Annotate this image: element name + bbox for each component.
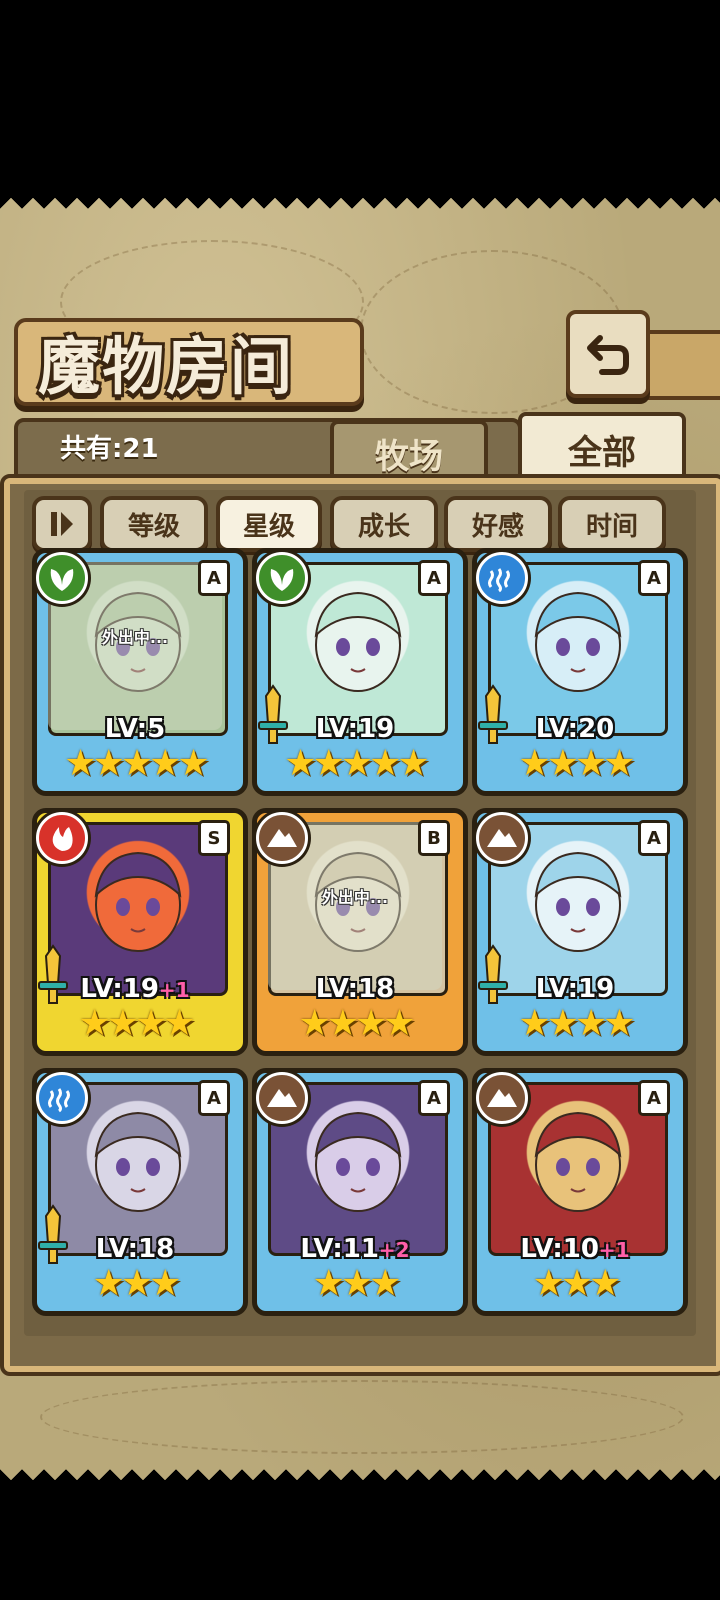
level-value: LV:10 — [520, 1234, 599, 1264]
monster-card[interactable]: A LV:19 ★★★★★ — [252, 548, 468, 796]
sort-affection-label: 好感 — [471, 511, 524, 542]
sort-order-icon — [51, 512, 73, 536]
monster-card[interactable]: A LV:18 ★★★ — [32, 1068, 248, 1316]
sort-growth-label: 成长 — [357, 511, 410, 542]
tab-all[interactable]: 全部 — [518, 412, 686, 482]
level-value: LV:18 — [315, 974, 395, 1004]
star-rating: ★★★ — [532, 1263, 622, 1304]
level-value: LV:5 — [104, 714, 166, 744]
star-rating: ★★★★★ — [284, 743, 429, 784]
tab-ranch[interactable]: 牧场 — [330, 420, 488, 482]
rank-badge: A — [638, 820, 670, 856]
level-value: LV:20 — [535, 714, 615, 744]
back-button[interactable] — [566, 310, 650, 398]
rank-badge: A — [638, 1080, 670, 1116]
tab-all-label: 全部 — [568, 432, 636, 473]
star-rating: ★★★★ — [518, 743, 635, 784]
sort-star-label: 星级 — [242, 511, 295, 542]
rank-badge: A — [418, 1080, 450, 1116]
monster-card[interactable]: S LV:19+1 ★★★★ — [32, 808, 248, 1056]
monster-card[interactable]: A LV:10+1 ★★★ — [472, 1068, 688, 1316]
level-label: LV:19 — [472, 974, 678, 1004]
monster-card[interactable]: A LV:11+2 ★★★ — [252, 1068, 468, 1316]
level-value: LV:18 — [95, 1234, 175, 1264]
rank-badge: A — [198, 560, 230, 596]
element-leaf-icon — [36, 552, 88, 604]
element-earth-icon — [476, 812, 528, 864]
element-water-icon — [36, 1072, 88, 1124]
map-decoration — [40, 1380, 684, 1454]
sort-growth-button[interactable]: 成长 — [330, 496, 438, 552]
rank-badge: A — [198, 1080, 230, 1116]
star-rating: ★★★★ — [518, 1003, 635, 1044]
rank-badge: A — [638, 560, 670, 596]
level-label: LV:11+2 — [252, 1234, 458, 1264]
away-status: 外出中... — [101, 628, 169, 647]
return-arrow-icon — [587, 335, 629, 375]
level-label: LV:18 — [32, 1234, 238, 1264]
monster-card[interactable]: 外出中... B LV:18 ★★★★ — [252, 808, 468, 1056]
page-title: 魔物房间 — [38, 330, 295, 403]
sort-affection-button[interactable]: 好感 — [444, 496, 552, 552]
sort-star-button[interactable]: 星级 — [216, 496, 322, 552]
element-leaf-icon — [256, 552, 308, 604]
level-label: LV:19+1 — [32, 974, 238, 1004]
sort-time-label: 时间 — [585, 511, 638, 542]
level-bonus: +2 — [378, 1238, 410, 1262]
sort-level-button[interactable]: 等级 — [100, 496, 208, 552]
rank-badge: S — [198, 820, 230, 856]
level-bonus: +1 — [598, 1238, 630, 1262]
sort-time-button[interactable]: 时间 — [558, 496, 666, 552]
level-label: LV:10+1 — [472, 1234, 678, 1264]
monster-count: 共有:21 — [60, 434, 159, 464]
element-earth-icon — [256, 812, 308, 864]
monster-card[interactable]: 外出中... A LV:5 ★★★★★ — [32, 548, 248, 796]
level-bonus: +1 — [158, 978, 190, 1002]
level-label: LV:19 — [252, 714, 458, 744]
monster-card[interactable]: A LV:20 ★★★★ — [472, 548, 688, 796]
star-rating: ★★★★ — [78, 1003, 195, 1044]
star-rating: ★★★ — [92, 1263, 182, 1304]
star-rating: ★★★★★ — [64, 743, 209, 784]
element-water-icon — [476, 552, 528, 604]
star-rating: ★★★★ — [298, 1003, 415, 1044]
back-bar — [640, 330, 720, 400]
level-value: LV:19 — [80, 974, 159, 1004]
tab-ranch-label: 牧场 — [375, 436, 443, 477]
level-value: LV:11 — [300, 1234, 379, 1264]
level-label: LV:5 — [32, 714, 238, 744]
level-value: LV:19 — [315, 714, 395, 744]
level-value: LV:19 — [535, 974, 615, 1004]
torn-edge-bottom — [0, 1458, 720, 1480]
element-fire-icon — [36, 812, 88, 864]
level-label: LV:20 — [472, 714, 678, 744]
away-status: 外出中... — [321, 888, 389, 907]
star-rating: ★★★ — [312, 1263, 402, 1304]
rank-badge: A — [418, 560, 450, 596]
level-label: LV:18 — [252, 974, 458, 1004]
torn-edge-top — [0, 198, 720, 220]
monster-card[interactable]: A LV:19 ★★★★ — [472, 808, 688, 1056]
element-earth-icon — [256, 1072, 308, 1124]
rank-badge: B — [418, 820, 450, 856]
sort-level-label: 等级 — [127, 511, 180, 542]
sort-order-toggle[interactable] — [32, 496, 92, 552]
element-earth-icon — [476, 1072, 528, 1124]
